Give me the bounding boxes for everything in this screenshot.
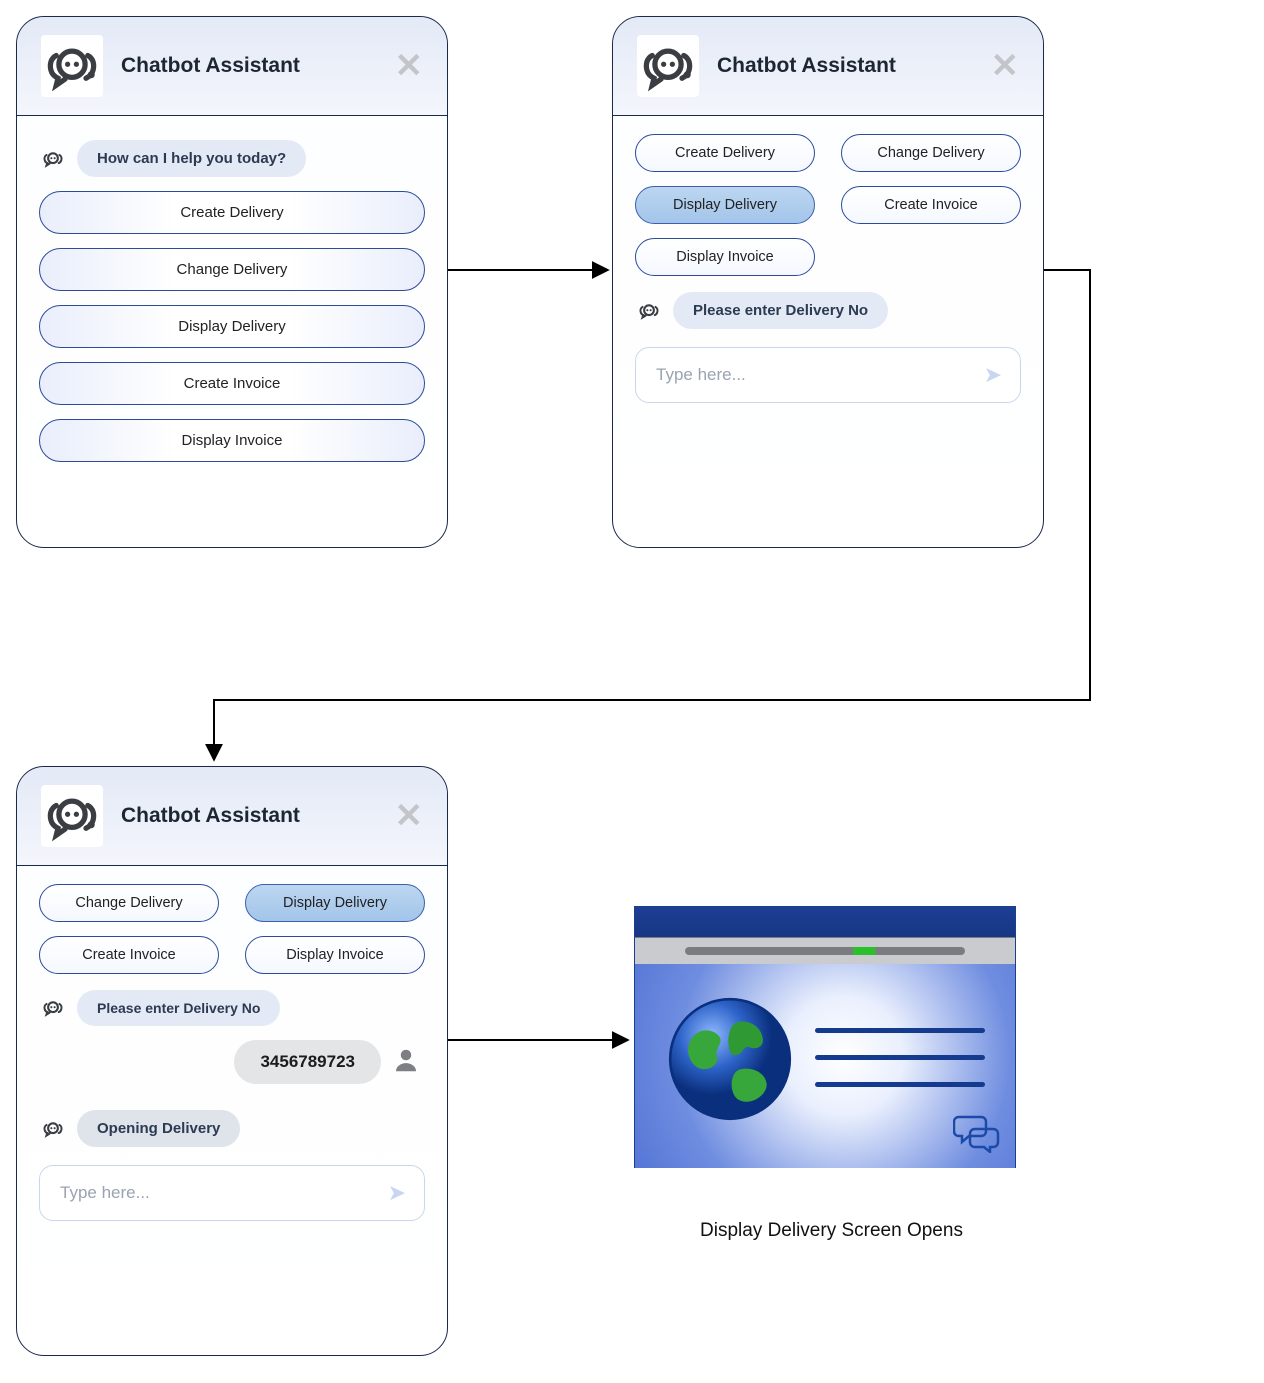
panel-header: Chatbot Assistant ✕ — [17, 17, 447, 116]
bot-prompt-row: Please enter Delivery No — [39, 990, 425, 1026]
panel-title: Chatbot Assistant — [717, 54, 973, 78]
close-icon[interactable]: ✕ — [991, 49, 1020, 83]
option-display-invoice[interactable]: Display Invoice — [39, 419, 425, 462]
options-grid: Create Delivery Change Delivery Display … — [635, 134, 1021, 276]
bot-status-row: Opening Delivery — [39, 1110, 425, 1147]
content-lines — [815, 1028, 985, 1087]
option-change-delivery[interactable]: Change Delivery — [841, 134, 1021, 172]
option-create-invoice[interactable]: Create Invoice — [841, 186, 1021, 224]
send-icon[interactable]: ➤ — [984, 362, 1002, 388]
browser-titlebar — [635, 907, 1015, 937]
user-entry: 3456789723 — [234, 1040, 381, 1084]
chat-panel-3: Chatbot Assistant ✕ Change Delivery Disp… — [16, 766, 448, 1356]
bot-status: Opening Delivery — [77, 1110, 240, 1147]
bot-mini-icon — [39, 1115, 67, 1143]
send-icon[interactable]: ➤ — [388, 1180, 406, 1206]
bot-icon — [41, 35, 103, 97]
user-message-row: 3456789723 — [43, 1040, 421, 1084]
option-create-delivery[interactable]: Create Delivery — [39, 191, 425, 234]
close-icon[interactable]: ✕ — [395, 49, 424, 83]
option-create-invoice[interactable]: Create Invoice — [39, 362, 425, 405]
user-avatar-icon — [391, 1045, 421, 1080]
bot-prompt: Please enter Delivery No — [673, 292, 888, 329]
bot-mini-icon — [39, 145, 67, 173]
option-change-delivery[interactable]: Change Delivery — [39, 248, 425, 291]
options-list: Create Delivery Change Delivery Display … — [39, 191, 425, 462]
option-display-delivery[interactable]: Display Delivery — [245, 884, 425, 922]
bot-mini-icon — [39, 994, 67, 1022]
chat-bubbles-icon — [953, 1113, 1001, 1158]
browser-addressbar — [635, 937, 1015, 964]
option-create-invoice[interactable]: Create Invoice — [39, 936, 219, 974]
option-display-invoice[interactable]: Display Invoice — [635, 238, 815, 276]
result-browser-window — [634, 906, 1016, 1168]
address-progress — [685, 947, 965, 955]
diagram-stage: Chatbot Assistant ✕ How can I help you t… — [0, 0, 1264, 1383]
input-bar: ➤ — [39, 1165, 425, 1221]
panel-title: Chatbot Assistant — [121, 54, 377, 78]
bot-prompt: Please enter Delivery No — [77, 990, 280, 1026]
option-change-delivery[interactable]: Change Delivery — [39, 884, 219, 922]
options-grid: Change Delivery Display Delivery Create … — [39, 884, 425, 974]
result-caption: Display Delivery Screen Opens — [700, 1220, 963, 1242]
option-display-delivery[interactable]: Display Delivery — [39, 305, 425, 348]
message-input[interactable] — [654, 364, 984, 386]
panel-header: Chatbot Assistant ✕ — [613, 17, 1043, 116]
bot-icon — [637, 35, 699, 97]
close-icon[interactable]: ✕ — [395, 799, 424, 833]
globe-icon — [665, 994, 795, 1129]
bot-mini-icon — [635, 297, 663, 325]
panel-header: Chatbot Assistant ✕ — [17, 767, 447, 866]
option-create-delivery[interactable]: Create Delivery — [635, 134, 815, 172]
option-display-invoice[interactable]: Display Invoice — [245, 936, 425, 974]
bot-prompt-row: Please enter Delivery No — [635, 292, 1021, 329]
input-bar: ➤ — [635, 347, 1021, 403]
panel-title: Chatbot Assistant — [121, 804, 377, 828]
bot-prompt: How can I help you today? — [77, 140, 306, 177]
browser-body — [635, 964, 1015, 1168]
chat-panel-1: Chatbot Assistant ✕ How can I help you t… — [16, 16, 448, 548]
bot-prompt-row: How can I help you today? — [39, 140, 425, 177]
bot-icon — [41, 785, 103, 847]
option-display-delivery[interactable]: Display Delivery — [635, 186, 815, 224]
chat-panel-2: Chatbot Assistant ✕ Create Delivery Chan… — [612, 16, 1044, 548]
message-input[interactable] — [58, 1182, 388, 1204]
